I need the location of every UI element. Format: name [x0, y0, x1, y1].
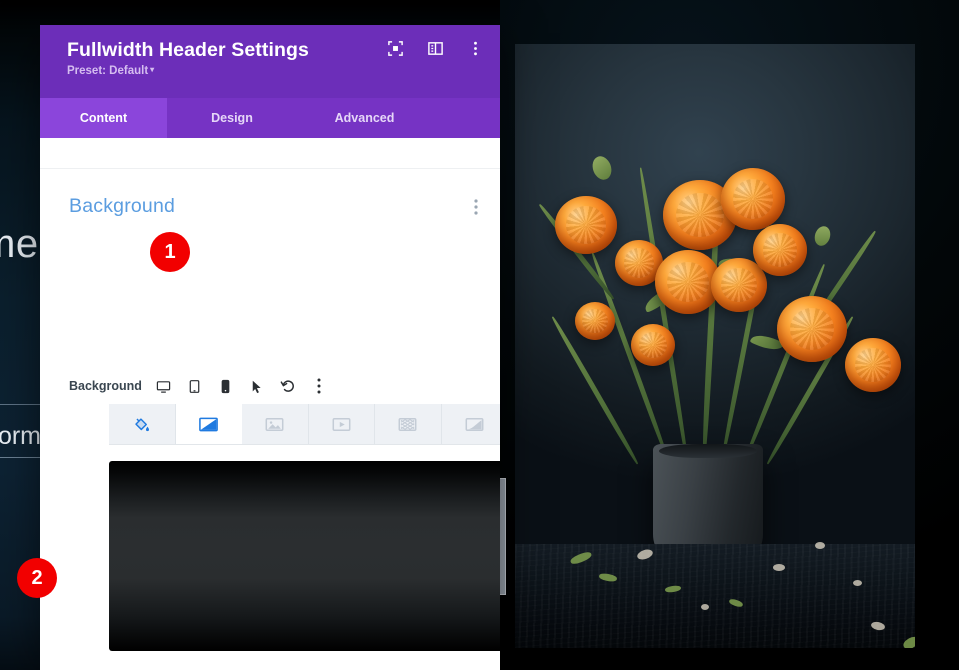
tablet-icon[interactable]	[186, 377, 204, 395]
background-section-header: Background	[69, 195, 482, 218]
background-color-button[interactable]	[109, 404, 176, 444]
background-type-toggle	[109, 404, 500, 445]
flower-bloom	[721, 168, 785, 230]
phone-icon[interactable]	[217, 377, 235, 395]
modal-header: Fullwidth Header Settings Preset: Defaul…	[40, 25, 500, 98]
modal-body: Background Background	[40, 138, 500, 670]
scattered-petal	[815, 542, 825, 549]
preset-label: Preset: Default	[67, 65, 149, 77]
paragraph-line: oes he	[0, 288, 40, 310]
section-options-icon[interactable]	[470, 197, 482, 217]
tab-content[interactable]: Content	[40, 98, 167, 138]
page-button-fragment[interactable]: form	[0, 414, 40, 458]
flower-bloom	[845, 338, 901, 392]
page-divider	[0, 404, 40, 405]
fullwidth-header-settings-modal: Fullwidth Header Settings Preset: Defaul…	[40, 25, 500, 670]
section-title-background[interactable]: Background	[69, 195, 175, 218]
flower-bloom	[753, 224, 807, 276]
field-options-icon[interactable]	[310, 377, 328, 395]
header-background-photo	[515, 44, 915, 648]
scattered-petal	[701, 604, 709, 610]
chevron-down-icon: ▾	[150, 65, 155, 74]
paragraph-line: settin	[0, 332, 40, 354]
reset-icon[interactable]	[279, 377, 297, 395]
preset-selector[interactable]: Preset: Default ▾	[67, 65, 500, 77]
callout-badge-1: 1	[150, 232, 190, 272]
gradient-preview[interactable]	[109, 461, 500, 651]
scattered-petal	[773, 564, 785, 571]
background-field-label-row: Background	[69, 377, 328, 395]
desktop-icon[interactable]	[155, 377, 173, 395]
callout-badge-2: 2	[17, 558, 57, 598]
flower-bloom	[575, 302, 615, 340]
modal-header-icons	[386, 39, 484, 57]
background-video-button[interactable]	[309, 404, 375, 444]
paragraph-line: ced se	[0, 354, 40, 376]
page-button-label: form	[0, 422, 40, 450]
background-gradient-button[interactable]	[175, 404, 242, 444]
hover-cursor-icon[interactable]	[248, 377, 266, 395]
focus-icon[interactable]	[386, 39, 404, 57]
background-mask-button[interactable]	[442, 404, 501, 444]
flower-bloom	[555, 196, 617, 254]
page-heading-fragment: me	[0, 222, 39, 266]
scattered-petal	[853, 580, 862, 586]
page-paragraph-fragment: oes he gs. You settin ced se	[0, 288, 40, 376]
layout-toggle-icon[interactable]	[426, 39, 444, 57]
flower-bloom	[631, 324, 675, 366]
modal-tabs: Content Design Advanced	[40, 98, 500, 138]
more-options-icon[interactable]	[466, 39, 484, 57]
tab-design[interactable]: Design	[167, 98, 297, 138]
background-field-label: Background	[69, 379, 142, 393]
background-image-button[interactable]	[242, 404, 309, 444]
tab-advanced[interactable]: Advanced	[297, 98, 432, 138]
body-divider	[40, 168, 500, 169]
background-pattern-button[interactable]	[375, 404, 442, 444]
paragraph-line: gs. You	[0, 310, 40, 332]
flower-bloom	[777, 296, 847, 362]
